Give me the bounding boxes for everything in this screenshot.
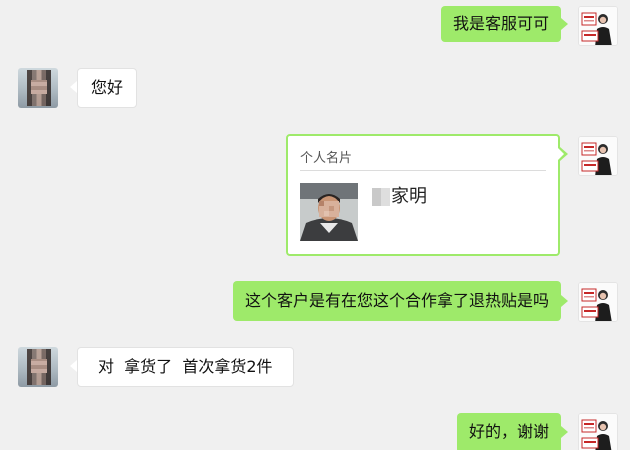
message-bubble-self[interactable]: 我是客服可可 — [440, 6, 561, 42]
contact-photo-icon — [300, 183, 358, 241]
card-divider — [300, 170, 546, 171]
chat-window: 我是客服可可 您好 个人名片 家明 这个客户是有在您这个合作拿了退热贴是吗 对 … — [0, 0, 630, 450]
bubble-tail — [561, 426, 568, 438]
contact-avatar[interactable] — [18, 68, 58, 108]
bubble-tail-inner — [558, 148, 564, 160]
card-photo — [300, 183, 358, 241]
bubble-tail — [70, 81, 77, 93]
self-avatar[interactable] — [578, 6, 618, 46]
pixelated-face — [27, 349, 51, 385]
customer-service-avatar-icon — [579, 283, 617, 321]
message-bubble-other[interactable]: 对 拿货了 首次拿货2件 — [77, 347, 294, 387]
bubble-tail — [561, 295, 568, 307]
customer-service-avatar-icon — [579, 7, 617, 45]
pixelated-face — [27, 70, 51, 106]
customer-service-avatar-icon — [579, 414, 617, 450]
contact-card[interactable]: 个人名片 家明 — [286, 134, 560, 256]
message-bubble-self[interactable]: 这个客户是有在您这个合作拿了退热贴是吗 — [232, 281, 561, 321]
contact-avatar[interactable] — [18, 347, 58, 387]
customer-service-avatar-icon — [579, 137, 617, 175]
message-bubble-other[interactable]: 您好 — [77, 68, 138, 108]
card-header: 个人名片 — [300, 151, 353, 166]
name-mosaic — [372, 188, 390, 206]
bubble-tail — [70, 360, 77, 372]
self-avatar[interactable] — [578, 136, 618, 176]
card-name: 家明 — [391, 186, 427, 207]
self-avatar[interactable] — [578, 413, 618, 450]
message-bubble-self[interactable]: 好的，谢谢 — [456, 413, 561, 450]
card-name-row: 家明 — [372, 186, 427, 208]
bubble-tail — [561, 18, 568, 30]
self-avatar[interactable] — [578, 282, 618, 322]
